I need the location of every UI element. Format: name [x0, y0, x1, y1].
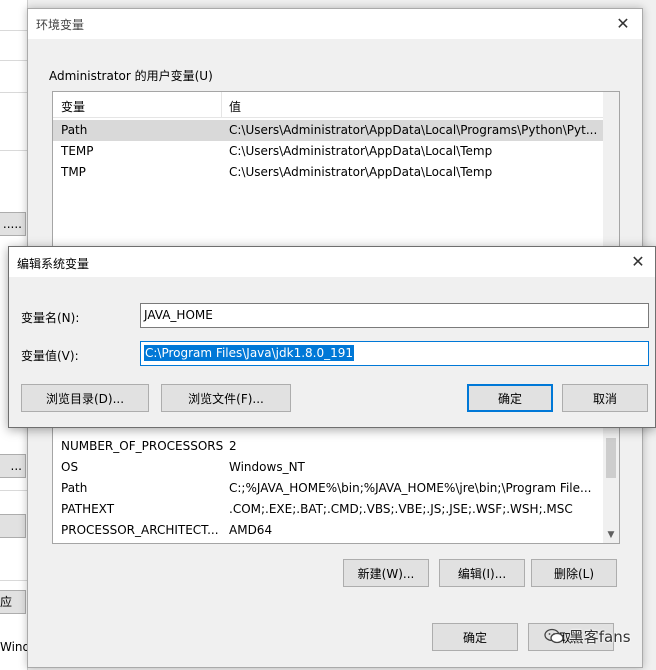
delete-variable-button[interactable]: 删除(L) — [531, 559, 617, 587]
bg-divider — [0, 30, 28, 31]
variable-name: TEMP — [61, 144, 94, 158]
bg-divider — [0, 92, 28, 93]
column-header-variable[interactable]: 变量 — [61, 98, 85, 115]
window-titlebar: 环境变量 ✕ — [28, 9, 642, 39]
table-row[interactable]: TMP C:\Users\Administrator\AppData\Local… — [53, 162, 603, 183]
wechat-icon — [544, 628, 564, 644]
list-header: 变量 值 — [53, 92, 603, 118]
variable-value: AMD64 — [229, 523, 273, 537]
variable-value: 2 — [229, 439, 237, 453]
bg-divider — [0, 150, 28, 151]
variable-value-input[interactable]: C:\Program Files\Java\jdk1.8.0_191 — [140, 341, 649, 366]
watermark-text: 黑客fans — [568, 628, 631, 646]
variable-value: C:;%JAVA_HOME%\bin;%JAVA_HOME%\jre\bin;\… — [229, 481, 592, 495]
edit-variable-button[interactable]: 编辑(I)... — [439, 559, 525, 587]
table-row[interactable]: Path C:;%JAVA_HOME%\bin;%JAVA_HOME%\jre\… — [53, 478, 603, 499]
selected-text: C:\Program Files\Java\jdk1.8.0_191 — [144, 345, 355, 361]
bg-divider — [0, 60, 28, 61]
bg-apply-button-fragment[interactable]: 应用( — [0, 590, 26, 614]
bg-button-fragment[interactable] — [0, 514, 26, 538]
variable-name: TMP — [61, 165, 86, 179]
ok-button[interactable]: 确定 — [432, 623, 518, 651]
variable-name-label: 变量名(N): — [21, 311, 80, 325]
bg-divider — [0, 580, 28, 581]
user-variables-list[interactable]: 变量 值 Path C:\Users\Administrator\AppData… — [52, 91, 620, 261]
table-row[interactable]: OS Windows_NT — [53, 457, 603, 478]
table-row[interactable]: NUMBER_OF_PROCESSORS 2 — [53, 436, 603, 457]
edit-system-variable-dialog: 编辑系统变量 ✕ 变量名(N): JAVA_HOME 变量值(V): C:\Pr… — [8, 246, 656, 428]
column-separator[interactable] — [221, 92, 222, 118]
variable-name: NUMBER_OF_PROCESSORS — [61, 439, 224, 453]
table-row[interactable]: PROCESSOR_ARCHITECT... AMD64 — [53, 520, 603, 541]
scroll-down-icon[interactable]: ▼ — [603, 527, 619, 543]
new-variable-button[interactable]: 新建(W)... — [343, 559, 429, 587]
bg-button-fragment[interactable]: ..... — [0, 212, 26, 236]
variable-value: Windows_NT — [229, 460, 305, 474]
variable-name: Path — [61, 123, 88, 137]
table-row[interactable]: PATHEXT .COM;.EXE;.BAT;.CMD;.VBS;.VBE;.J… — [53, 499, 603, 520]
variable-name: PATHEXT — [61, 502, 115, 516]
bg-button-fragment[interactable]: ... — [0, 454, 26, 478]
watermark: 黑客fans — [544, 626, 631, 647]
variable-name: PROCESSOR_ARCHITECT... — [61, 523, 219, 537]
variable-value: .COM;.EXE;.BAT;.CMD;.VBS;.VBE;.JS;.JSE;.… — [229, 502, 573, 516]
ok-button[interactable]: 确定 — [467, 384, 553, 412]
browse-file-button[interactable]: 浏览文件(F)... — [161, 384, 291, 412]
browse-directory-button[interactable]: 浏览目录(D)... — [21, 384, 149, 412]
dialog-title: 编辑系统变量 — [17, 257, 90, 271]
variable-value-label: 变量值(V): — [21, 349, 79, 363]
column-header-value[interactable]: 值 — [229, 98, 241, 115]
close-icon[interactable]: ✕ — [627, 251, 649, 273]
vertical-scrollbar[interactable] — [603, 92, 619, 260]
variable-name: OS — [61, 460, 79, 474]
table-row[interactable]: Path C:\Users\Administrator\AppData\Loca… — [53, 120, 603, 141]
variable-value: C:\Users\Administrator\AppData\Local\Tem… — [229, 165, 493, 179]
variable-value: C:\Users\Administrator\AppData\Local\Pro… — [229, 123, 598, 137]
table-row[interactable]: TEMP C:\Users\Administrator\AppData\Loca… — [53, 141, 603, 162]
user-variables-group-title: Administrator 的用户变量(U) — [48, 67, 214, 84]
cancel-button[interactable]: 取消 — [562, 384, 648, 412]
variable-value: C:\Users\Administrator\AppData\Local\Tem… — [229, 144, 493, 158]
variable-name-input[interactable]: JAVA_HOME — [140, 303, 649, 328]
close-icon[interactable]: ✕ — [612, 13, 634, 35]
variable-name: Path — [61, 481, 88, 495]
window-title: 环境变量 — [36, 18, 85, 32]
scrollbar-thumb[interactable] — [606, 438, 616, 478]
dialog-titlebar: 编辑系统变量 ✕ — [9, 247, 655, 277]
bg-divider — [0, 490, 28, 491]
